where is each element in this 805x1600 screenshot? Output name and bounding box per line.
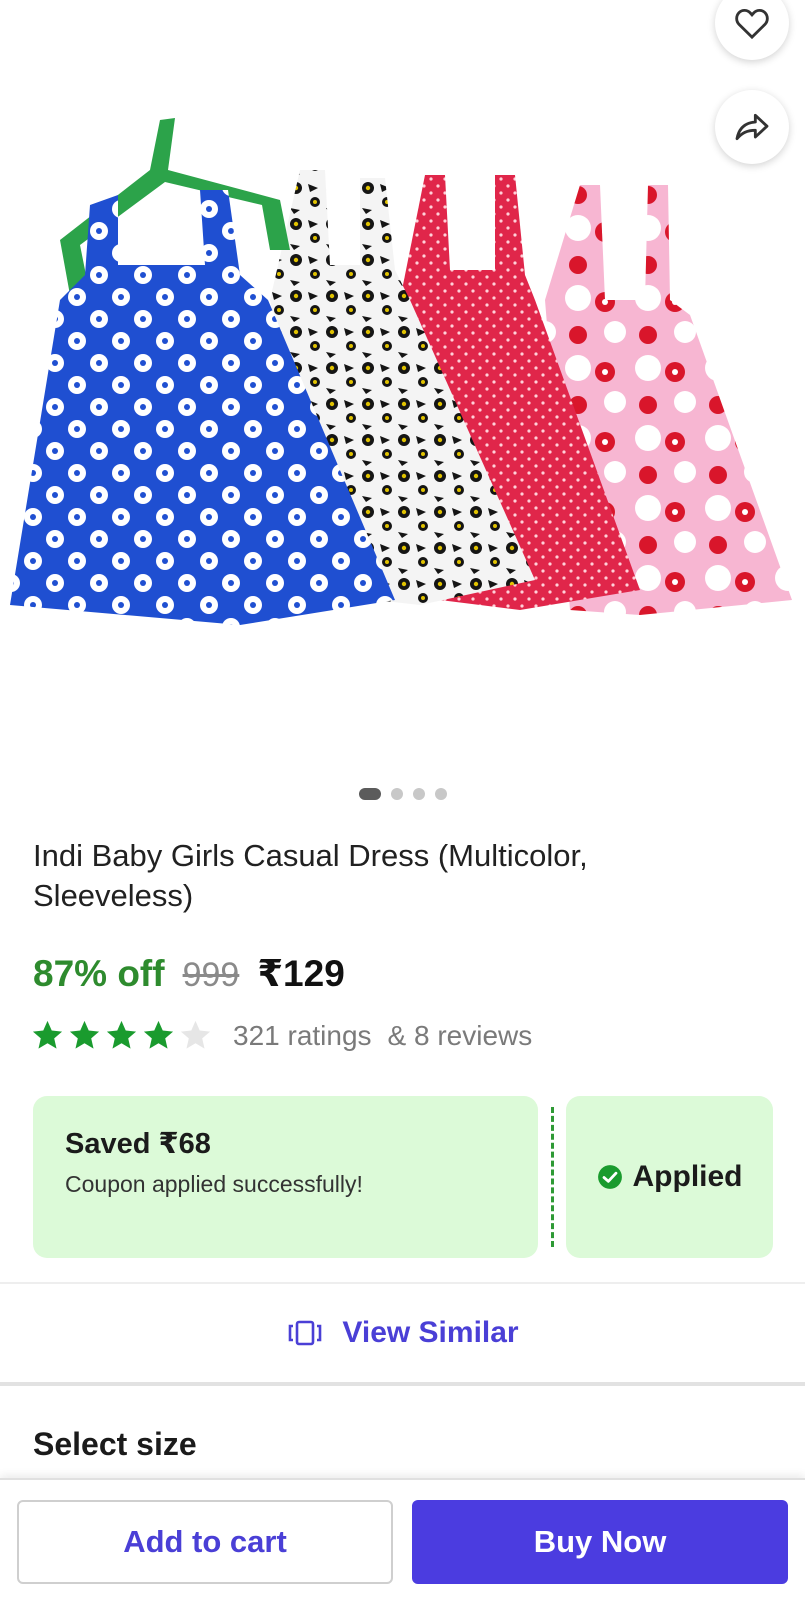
product-image xyxy=(10,118,792,625)
coupon-applied-label: Applied xyxy=(632,1160,743,1193)
view-similar-label: View Similar xyxy=(342,1316,519,1349)
stacked-cards-icon xyxy=(289,1320,322,1346)
coupon-details: Saved ₹68 Coupon applied successfully! xyxy=(33,1096,538,1258)
star-rating xyxy=(30,1018,213,1053)
product-title: Indi Baby Girls Casual Dress (Multicolor… xyxy=(33,838,588,913)
carousel-dot[interactable] xyxy=(434,788,447,800)
discount-percent: 87% off xyxy=(33,953,165,994)
rating-summary[interactable]: 321 ratings & 8 reviews xyxy=(30,1018,532,1053)
carousel-dot[interactable] xyxy=(390,788,403,800)
original-price: 999 xyxy=(182,956,240,994)
check-circle-icon xyxy=(597,1165,622,1189)
share-arrow-icon xyxy=(735,113,769,141)
image-carousel-indicator xyxy=(0,788,805,800)
select-size-heading: Select size xyxy=(33,1426,197,1462)
coupon-message: Coupon applied successfully! xyxy=(65,1171,363,1197)
price-row: 87% off 999 ₹129 xyxy=(33,952,345,995)
coupon-card: Saved ₹68 Coupon applied successfully! A… xyxy=(33,1096,773,1258)
carousel-dot[interactable] xyxy=(358,788,381,800)
buy-now-button[interactable]: Buy Now xyxy=(412,1500,788,1584)
star-icon xyxy=(69,1020,100,1049)
view-similar-button[interactable]: View Similar xyxy=(0,1282,805,1386)
product-image-gallery[interactable] xyxy=(0,0,805,770)
star-icon xyxy=(180,1020,211,1049)
ratings-count: 321 ratings xyxy=(233,1019,372,1051)
add-to-cart-button[interactable]: Add to cart xyxy=(17,1500,393,1584)
bottom-action-bar: Add to cart Buy Now xyxy=(0,1478,805,1600)
coupon-divider xyxy=(538,1096,566,1258)
star-icon xyxy=(106,1020,137,1049)
heart-icon xyxy=(735,8,769,40)
star-icon xyxy=(143,1020,174,1049)
reviews-count: & 8 reviews xyxy=(387,1019,533,1051)
coupon-status[interactable]: Applied xyxy=(566,1096,773,1258)
star-icon xyxy=(32,1020,63,1049)
coupon-saved-amount: Saved ₹68 xyxy=(65,1128,211,1160)
carousel-dot[interactable] xyxy=(412,788,425,800)
selling-price: ₹129 xyxy=(257,953,345,994)
share-button[interactable] xyxy=(715,90,789,164)
